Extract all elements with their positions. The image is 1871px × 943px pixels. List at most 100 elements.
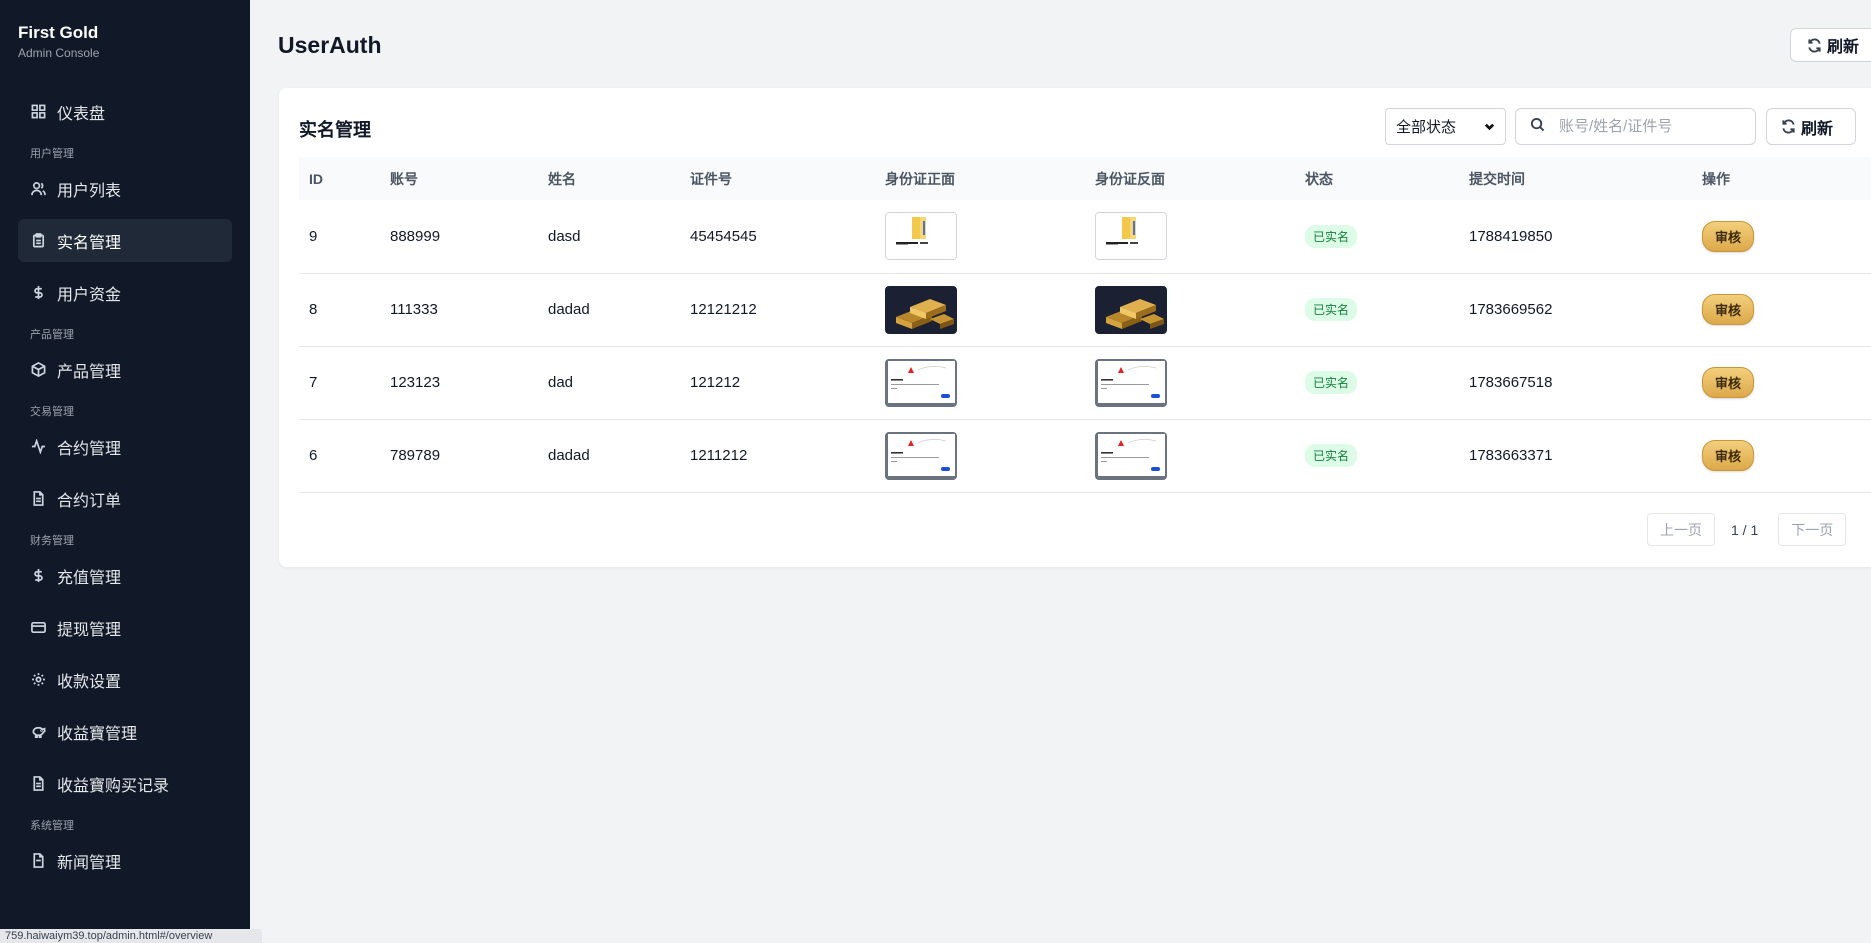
sidebar-item-user-list[interactable]: 用户列表 xyxy=(18,167,232,210)
clipboard-icon xyxy=(30,233,46,249)
next-page-button[interactable]: 下一页 xyxy=(1778,513,1847,546)
table-header-row: ID 账号 姓名 证件号 身份证正面 身份证反面 状态 提交时间 操作 xyxy=(299,157,1871,200)
nav-group-system: 系统管理 xyxy=(30,820,74,832)
dollar-icon xyxy=(30,285,46,301)
sidebar-item-label: 收款设置 xyxy=(57,673,122,691)
page-indicator: 1 / 1 xyxy=(1731,521,1759,538)
cell-id-number: 45454545 xyxy=(690,227,757,245)
status-badge: 已实名 xyxy=(1305,444,1358,467)
file-icon xyxy=(30,776,46,792)
sidebar-item-payment-settings[interactable]: 收款设置 xyxy=(18,658,232,701)
col-header-id: ID xyxy=(309,170,323,187)
table-row: 9 888999 dasd 45454545 已实名 1788419850 审核 xyxy=(299,200,1871,273)
nav-group-trade: 交易管理 xyxy=(30,406,74,418)
id-back-thumbnail[interactable] xyxy=(1095,212,1167,261)
pagination: 上一页 1 / 1 下一页 xyxy=(1647,513,1847,546)
id-front-thumbnail[interactable] xyxy=(885,431,957,480)
audit-button[interactable]: 审核 xyxy=(1702,367,1755,398)
id-front-thumbnail[interactable] xyxy=(885,285,957,334)
sidebar-item-contract-orders[interactable]: 合约订单 xyxy=(18,477,232,520)
col-header-front: 身份证正面 xyxy=(885,170,955,187)
refresh-label: 刷新 xyxy=(1801,120,1834,138)
col-header-submitted: 提交时间 xyxy=(1469,170,1525,187)
audit-button[interactable]: 审核 xyxy=(1702,294,1755,325)
sidebar-item-label: 充值管理 xyxy=(57,569,122,587)
audit-button[interactable]: 审核 xyxy=(1702,440,1755,471)
gear-icon xyxy=(30,672,46,688)
sidebar-item-label: 收益寶购买记录 xyxy=(57,777,170,795)
cell-id-number: 1211212 xyxy=(690,447,748,464)
id-back-thumbnail[interactable] xyxy=(1095,285,1167,334)
id-front-thumbnail[interactable] xyxy=(885,212,957,261)
box-icon xyxy=(30,362,46,378)
sidebar-item-label: 用户列表 xyxy=(57,182,122,200)
sidebar-item-contract-mgmt[interactable]: 合约管理 xyxy=(18,425,232,468)
sidebar-item-label: 用户资金 xyxy=(57,286,122,304)
sidebar-item-label: 合约管理 xyxy=(57,440,122,458)
sidebar-item-label: 产品管理 xyxy=(57,363,122,381)
card-title: 实名管理 xyxy=(299,120,371,140)
col-header-action: 操作 xyxy=(1702,170,1730,187)
id-back-thumbnail[interactable] xyxy=(1095,431,1167,480)
cell-submitted: 1783669562 xyxy=(1469,301,1553,318)
audit-button[interactable]: 审核 xyxy=(1702,220,1755,252)
cell-account: 888999 xyxy=(390,227,441,245)
page-title: UserAuth xyxy=(278,32,382,58)
chevron-down-icon xyxy=(1484,121,1495,132)
cell-id: 7 xyxy=(309,374,318,391)
search-box xyxy=(1515,108,1756,145)
cell-id: 6 xyxy=(309,447,318,464)
cell-account: 111333 xyxy=(390,301,438,318)
sidebar-item-dashboard[interactable]: 仪表盘 xyxy=(18,90,232,133)
id-back-thumbnail[interactable] xyxy=(1095,358,1167,407)
main-content: UserAuth 刷新 实名管理 全部状态 刷新 ID 账号 xyxy=(250,0,1871,943)
sidebar-item-news[interactable]: 新闻管理 xyxy=(18,839,232,882)
status-filter-select[interactable]: 全部状态 xyxy=(1385,108,1506,145)
prev-page-button[interactable]: 上一页 xyxy=(1647,513,1715,546)
table-row: 8 111333 dadad 12121212 已实名 1783669562 审… xyxy=(299,273,1871,346)
brand-title: First Gold xyxy=(18,23,99,42)
refresh-label: 刷新 xyxy=(1827,39,1860,56)
sidebar-item-label: 新闻管理 xyxy=(57,854,122,872)
sidebar-item-product-mgmt[interactable]: 产品管理 xyxy=(18,348,232,391)
cell-submitted: 1783667518 xyxy=(1469,374,1553,391)
sidebar-item-label: 实名管理 xyxy=(57,234,122,252)
cell-name: dad xyxy=(548,374,574,391)
col-header-account: 账号 xyxy=(390,170,418,187)
nav-group-user: 用户管理 xyxy=(30,148,74,160)
id-front-thumbnail[interactable] xyxy=(885,358,957,407)
sidebar-item-withdraw[interactable]: 提现管理 xyxy=(18,606,232,649)
sidebar-item-user-funds[interactable]: 用户资金 xyxy=(18,271,232,314)
realname-table: ID 账号 姓名 证件号 身份证正面 身份证反面 状态 提交时间 操作 9 88… xyxy=(299,157,1871,493)
nav-group-product: 产品管理 xyxy=(30,329,74,341)
table-row: 7 123123 dad 121212 已实名 1783667518 审核 xyxy=(299,346,1871,419)
cell-account: 789789 xyxy=(390,447,441,464)
nav-group-finance: 财务管理 xyxy=(30,535,74,547)
dashboard-grid-icon xyxy=(30,104,46,120)
sidebar: First Gold Admin Console 仪表盘 用户管理 用户列表 实… xyxy=(0,0,250,943)
header-refresh-button[interactable]: 刷新 xyxy=(1790,28,1871,62)
status-badge: 已实名 xyxy=(1305,371,1358,394)
col-header-name: 姓名 xyxy=(548,170,576,187)
status-filter-value: 全部状态 xyxy=(1396,119,1457,136)
card-refresh-button[interactable]: 刷新 xyxy=(1766,108,1856,145)
search-icon xyxy=(1530,117,1545,137)
col-header-back: 身份证反面 xyxy=(1095,170,1165,187)
sidebar-item-label: 提现管理 xyxy=(57,621,122,639)
sidebar-item-yield-records[interactable]: 收益寶购买记录 xyxy=(18,762,232,805)
cell-id-number: 12121212 xyxy=(690,301,757,318)
sidebar-item-realname[interactable]: 实名管理 xyxy=(18,219,232,262)
col-header-status: 状态 xyxy=(1305,170,1333,187)
cell-id: 8 xyxy=(309,301,318,318)
dollar-icon xyxy=(30,568,46,584)
sidebar-item-yield-mgmt[interactable]: 收益寶管理 xyxy=(18,710,232,753)
sidebar-item-label: 收益寶管理 xyxy=(57,725,138,743)
sidebar-item-recharge[interactable]: 充值管理 xyxy=(18,554,232,597)
browser-status-url: 759.haiwaiym39.top/admin.html#/overview xyxy=(0,929,262,943)
cell-name: dasd xyxy=(548,227,581,245)
search-input[interactable] xyxy=(1557,117,1747,136)
cell-name: dadad xyxy=(548,301,590,318)
status-badge: 已实名 xyxy=(1305,224,1358,248)
file-icon xyxy=(30,491,46,507)
sidebar-nav: 仪表盘 用户管理 用户列表 实名管理 用户资金 产品管理 产品管理 交易管理 合… xyxy=(0,90,250,882)
